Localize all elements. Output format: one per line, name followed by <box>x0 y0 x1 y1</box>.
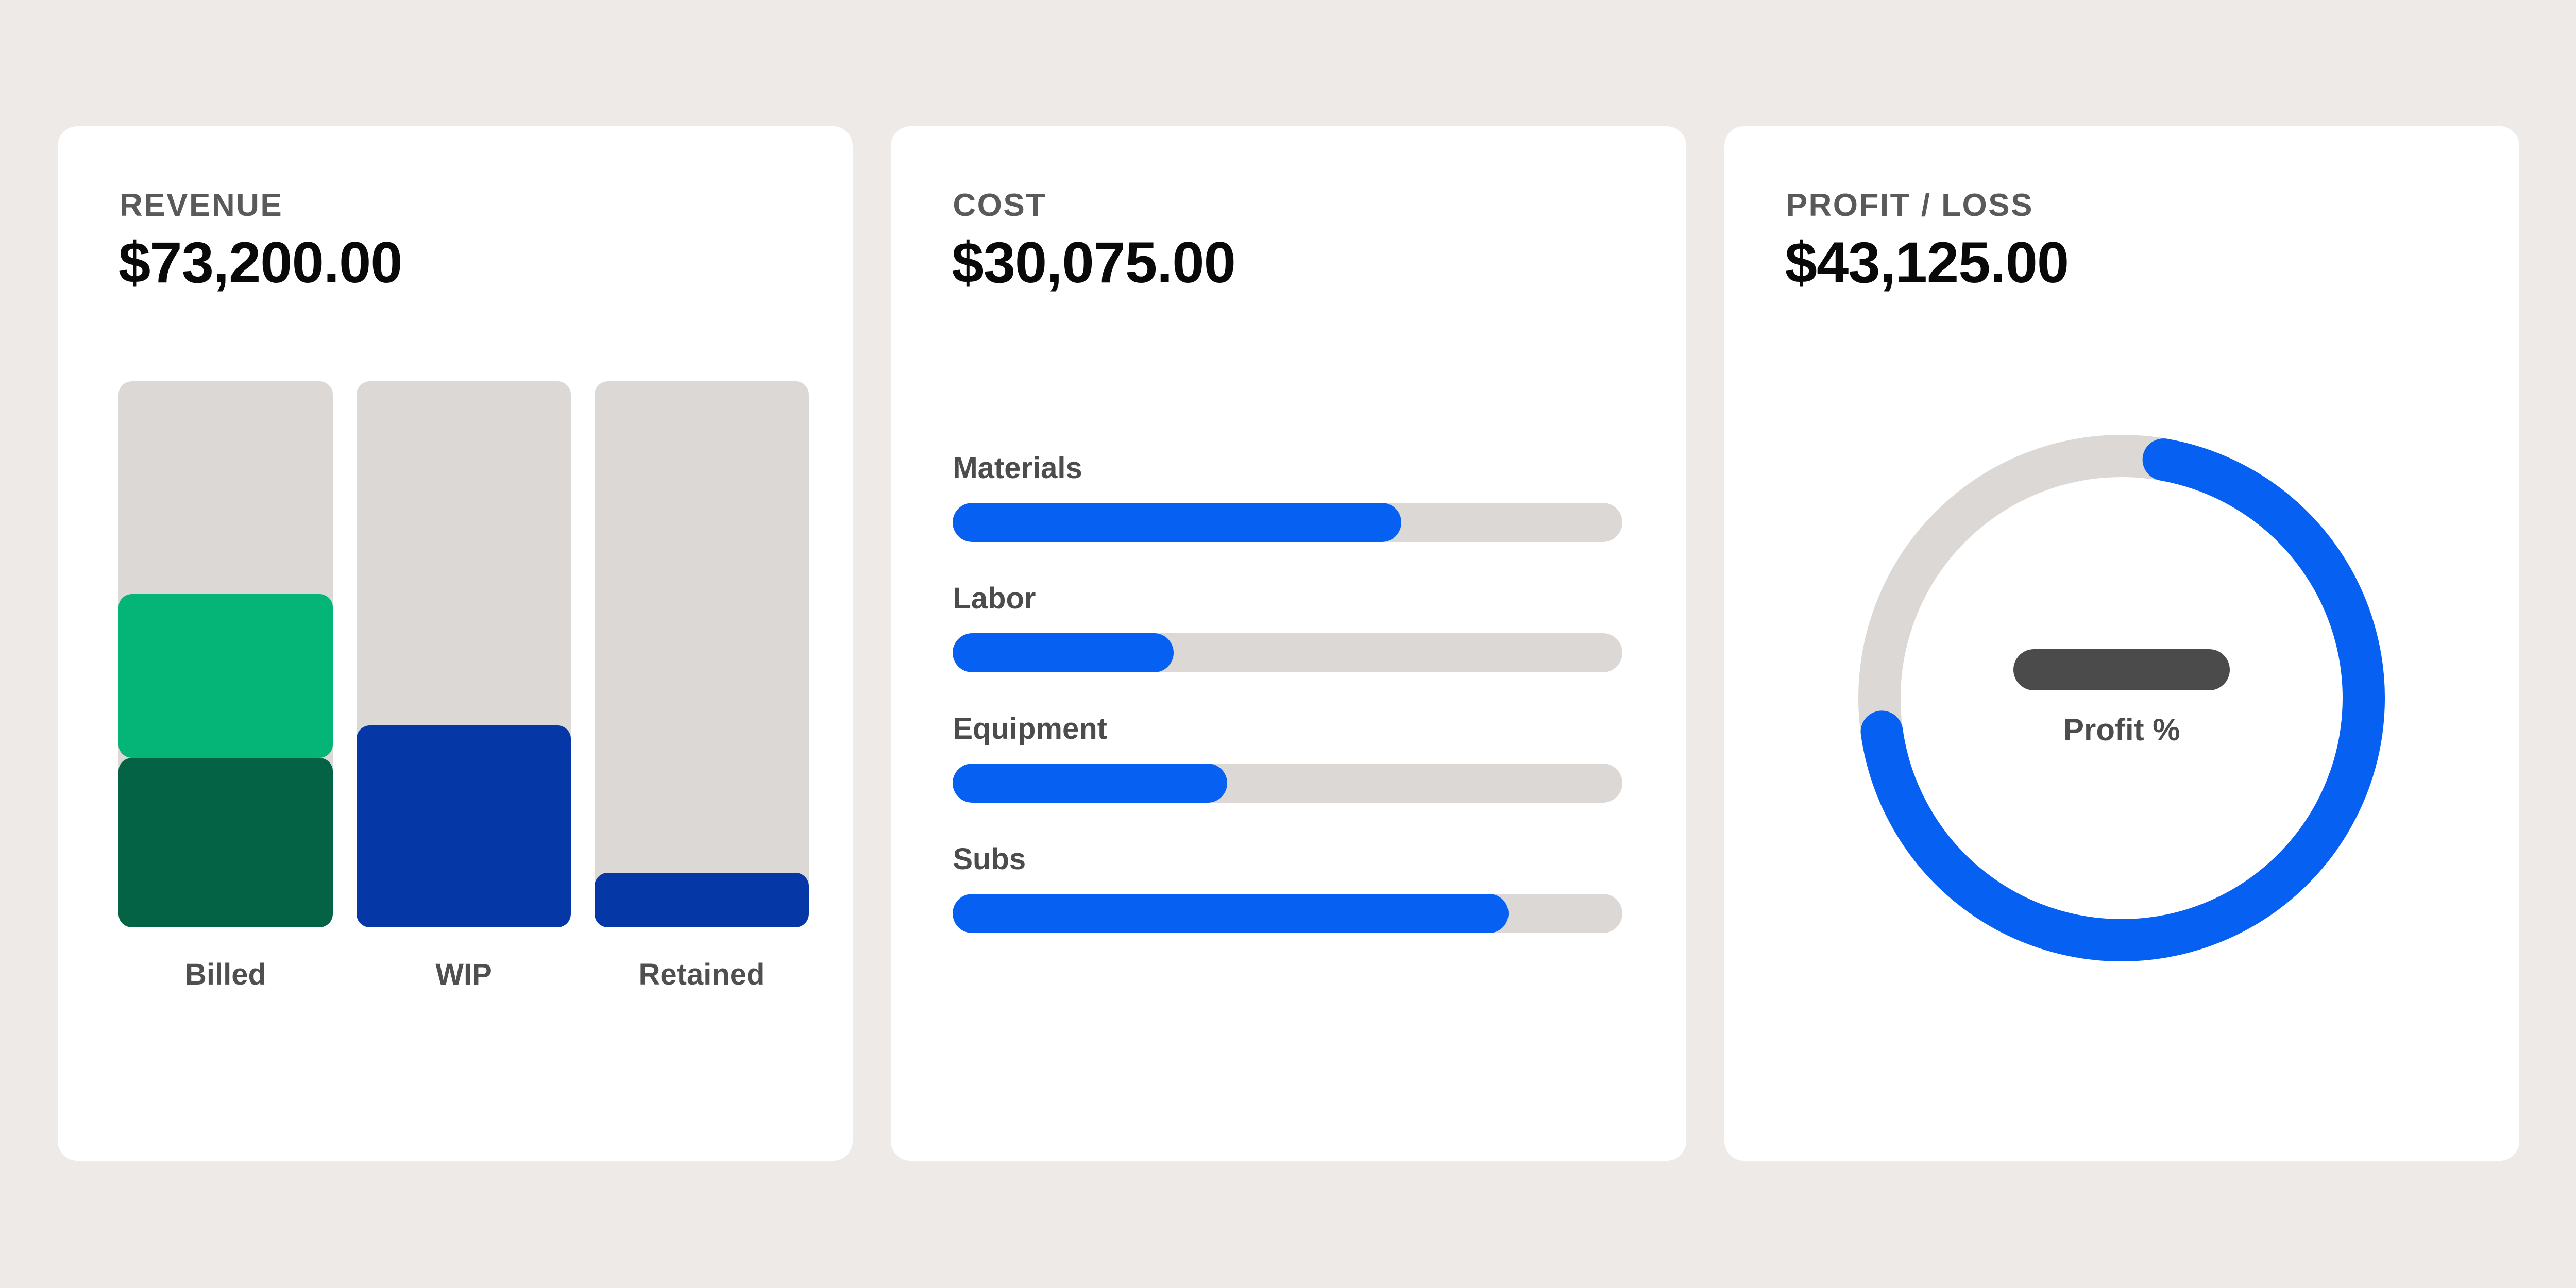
revenue-bar-label: Retained <box>638 958 765 991</box>
cost-progress-fill <box>953 764 1228 803</box>
revenue-bar-column: Billed <box>118 381 333 992</box>
cost-progress-fill <box>953 894 1509 933</box>
profit-percent-masked-value <box>2013 649 2230 690</box>
cost-category-label: Equipment <box>953 712 1107 745</box>
cost-progress-fill <box>953 633 1174 672</box>
cost-card[interactable]: COST $30,075.00 Materials Labor Equipment S… <box>891 126 1686 1161</box>
revenue-bar-chart: Billed WIP Retained <box>118 381 809 992</box>
revenue-card-value: $73,200.00 <box>118 230 403 295</box>
revenue-bar-label: Billed <box>185 958 266 991</box>
profit-loss-card[interactable]: PROFIT / LOSS $43,125.00 Profit % <box>1724 126 2519 1161</box>
revenue-bar-track <box>357 381 571 927</box>
cost-breakdown-row: Materials <box>953 451 1623 542</box>
cost-progress-track <box>953 764 1623 803</box>
cost-card-value: $30,075.00 <box>952 230 1236 295</box>
profit-donut-chart: Profit % <box>1838 415 2405 981</box>
cost-progress-track <box>953 503 1623 542</box>
cost-progress-track <box>953 633 1623 672</box>
donut-caption-label: Profit % <box>2063 712 2180 747</box>
revenue-bar-column: WIP <box>357 381 571 992</box>
cost-category-label: Subs <box>953 842 1026 876</box>
kpi-card-row: REVENUE $73,200.00 Billed WIP Retained COS… <box>58 126 2519 1161</box>
cost-progress-track <box>953 894 1623 933</box>
profit-loss-card-value: $43,125.00 <box>1785 230 2070 295</box>
revenue-bar-column: Retained <box>595 381 809 992</box>
profit-loss-card-title: PROFIT / LOSS <box>1786 188 2033 223</box>
cost-breakdown-row: Equipment <box>953 711 1623 803</box>
revenue-bar-track <box>118 381 333 927</box>
revenue-card[interactable]: REVENUE $73,200.00 Billed WIP Retained <box>58 126 853 1161</box>
cost-breakdown-row: Labor <box>953 581 1623 672</box>
cost-progress-fill <box>953 503 1402 542</box>
donut-center-content: Profit % <box>1838 415 2405 981</box>
revenue-bar-label: WIP <box>435 958 492 991</box>
cost-breakdown-row: Subs <box>953 842 1623 933</box>
revenue-bar-track <box>595 381 809 927</box>
cost-breakdown-list: Materials Labor Equipment Subs <box>953 451 1623 933</box>
cost-category-label: Labor <box>953 582 1036 615</box>
revenue-bar-segment <box>357 725 571 927</box>
revenue-bar-segment <box>118 594 333 758</box>
revenue-bar-segment <box>118 758 333 927</box>
cost-card-title: COST <box>953 188 1047 223</box>
revenue-bar-segment <box>595 873 809 927</box>
revenue-card-title: REVENUE <box>120 188 283 223</box>
cost-category-label: Materials <box>953 451 1082 485</box>
